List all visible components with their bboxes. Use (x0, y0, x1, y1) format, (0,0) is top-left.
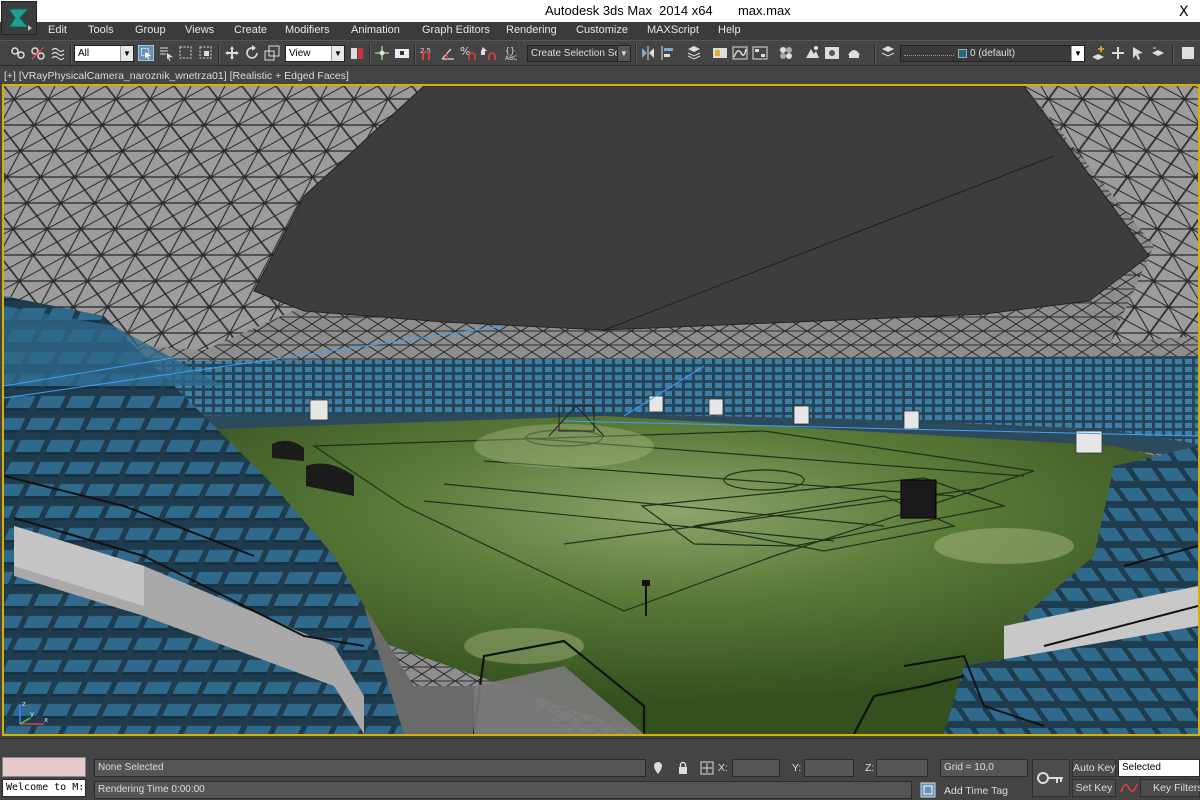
new-layer-icon[interactable] (1090, 45, 1106, 61)
menu-animation[interactable]: Animation (351, 24, 400, 36)
menu-group[interactable]: Group (135, 24, 166, 36)
layers-panel-icon[interactable] (880, 45, 896, 61)
scale-icon[interactable] (264, 45, 280, 61)
keyboard-shortcut-icon[interactable] (394, 45, 410, 61)
status-area: Welcome to M: None Selected Rendering Ti… (0, 738, 1200, 800)
layer-manager-icon[interactable] (686, 45, 702, 61)
svg-text:{}: {} (505, 46, 515, 55)
rendered-frame-icon[interactable] (824, 45, 840, 61)
toolbar-extra-icon[interactable] (1180, 45, 1196, 61)
axis-tripod-icon: x z y (19, 700, 48, 725)
mirror-icon[interactable] (640, 45, 656, 61)
menu-create[interactable]: Create (234, 24, 267, 36)
y-coordinate-field[interactable] (804, 759, 854, 777)
maxscript-listener-pink[interactable] (2, 757, 86, 777)
selection-status: None Selected (94, 759, 646, 777)
menu-tools[interactable]: Tools (88, 24, 114, 36)
layer-dropdown[interactable]: 0 (default) ▼ (900, 45, 1085, 62)
lock-icon[interactable] (676, 761, 690, 775)
key-selection-dropdown[interactable]: Selected (1118, 759, 1200, 777)
rotate-icon[interactable] (244, 45, 260, 61)
close-button[interactable]: X (1166, 0, 1200, 22)
x-label: X: (718, 762, 728, 774)
svg-text:X: X (1179, 4, 1189, 20)
set-current-layer-icon[interactable] (1150, 45, 1166, 61)
render-icon[interactable] (846, 45, 862, 61)
render-setup-icon[interactable] (804, 45, 820, 61)
isolate-selection-icon[interactable] (651, 761, 665, 775)
select-by-name-icon[interactable] (158, 45, 174, 61)
auto-key-button[interactable]: Auto Key (1072, 759, 1116, 777)
select-object-icon[interactable] (138, 45, 154, 61)
title-bar: Autodesk 3ds Max 2014 x64 max.max X (0, 0, 1200, 35)
menu-customize[interactable]: Customize (576, 24, 628, 36)
edit-named-sets-icon[interactable]: {}ABC (505, 45, 521, 61)
curve-editor-icon[interactable] (732, 45, 748, 61)
graphite-icon[interactable] (712, 45, 728, 61)
roof-opening (253, 86, 1150, 331)
stadium-scene (4, 86, 1198, 734)
reference-coordinate-dropdown[interactable]: View ▼ (285, 45, 345, 62)
key-filters-button[interactable]: Key Filters... (1140, 779, 1200, 797)
named-selection-set-field[interactable]: Create Selection Se ▼ (527, 45, 631, 62)
main-toolbar: All ▼ View ▼ 2.5 % {} ABC Create Selection … (0, 40, 1200, 66)
x-coordinate-field[interactable] (732, 759, 780, 777)
menu-rendering[interactable]: Rendering (506, 24, 557, 36)
key-icon (1037, 772, 1063, 784)
spinner-snap-icon[interactable] (480, 45, 496, 61)
svg-text:ABC: ABC (505, 55, 517, 61)
add-time-tag[interactable]: Add Time Tag (944, 785, 1008, 797)
add-to-layer-icon[interactable] (1110, 45, 1126, 61)
window-title: Autodesk 3ds Max 2014 x64 max.max (545, 3, 791, 18)
menu-views[interactable]: Views (185, 24, 214, 36)
absolute-mode-icon[interactable] (700, 761, 714, 775)
viewport-label-text[interactable]: [+] [VRayPhysicalCamera_naroznik_wnetrza… (4, 70, 349, 82)
move-icon[interactable] (224, 45, 240, 61)
z-label: Z: (865, 762, 875, 774)
snap-icon[interactable]: 2.5 (420, 45, 436, 61)
svg-text:x: x (44, 716, 48, 724)
y-label: Y: (792, 762, 802, 774)
manipulate-icon[interactable] (374, 45, 390, 61)
select-in-layer-icon[interactable] (1130, 45, 1146, 61)
align-icon[interactable] (660, 45, 676, 61)
window-crossing-icon[interactable] (198, 45, 214, 61)
z-coordinate-field[interactable] (876, 759, 928, 777)
key-filters-icon[interactable] (1120, 780, 1138, 796)
unlink-icon[interactable] (30, 45, 46, 61)
time-tag-icon[interactable] (920, 782, 936, 798)
rectangle-region-icon[interactable] (178, 45, 194, 61)
menu-help[interactable]: Help (718, 24, 741, 36)
viewport[interactable]: x z y (2, 84, 1200, 736)
bind-space-warp-icon[interactable] (50, 45, 66, 61)
select-link-icon[interactable] (10, 45, 26, 61)
percent-snap-icon[interactable]: % (460, 45, 476, 61)
menu-graph-editors[interactable]: Graph Editors (422, 24, 490, 36)
maxscript-mini-listener[interactable]: Welcome to M: (2, 779, 86, 797)
prompt-line: Rendering Time 0:00:00 (94, 781, 912, 799)
selection-filter-dropdown[interactable]: All ▼ (74, 45, 134, 62)
set-key-button[interactable]: Set Key (1072, 779, 1116, 797)
logo-icon (8, 8, 32, 31)
set-key-mode-button[interactable] (1032, 759, 1070, 797)
pivot-icon[interactable] (349, 45, 365, 61)
svg-text:z: z (22, 700, 26, 708)
app-menu-button[interactable] (1, 1, 37, 35)
goal-net (900, 479, 937, 519)
menu-maxscript[interactable]: MAXScript (647, 24, 699, 36)
menu-bar: Edit Tools Group Views Create Modifiers … (0, 22, 1200, 40)
menu-edit[interactable]: Edit (48, 24, 67, 36)
material-editor-icon[interactable] (778, 45, 794, 61)
menu-modifiers[interactable]: Modifiers (285, 24, 330, 36)
schematic-icon[interactable] (752, 45, 768, 61)
viewport-label[interactable]: [+] [VRayPhysicalCamera_naroznik_wnetrza… (0, 68, 1200, 84)
grid-status: Grid = 10,0 (940, 759, 1028, 777)
angle-snap-icon[interactable] (440, 45, 456, 61)
svg-text:y: y (30, 710, 34, 718)
